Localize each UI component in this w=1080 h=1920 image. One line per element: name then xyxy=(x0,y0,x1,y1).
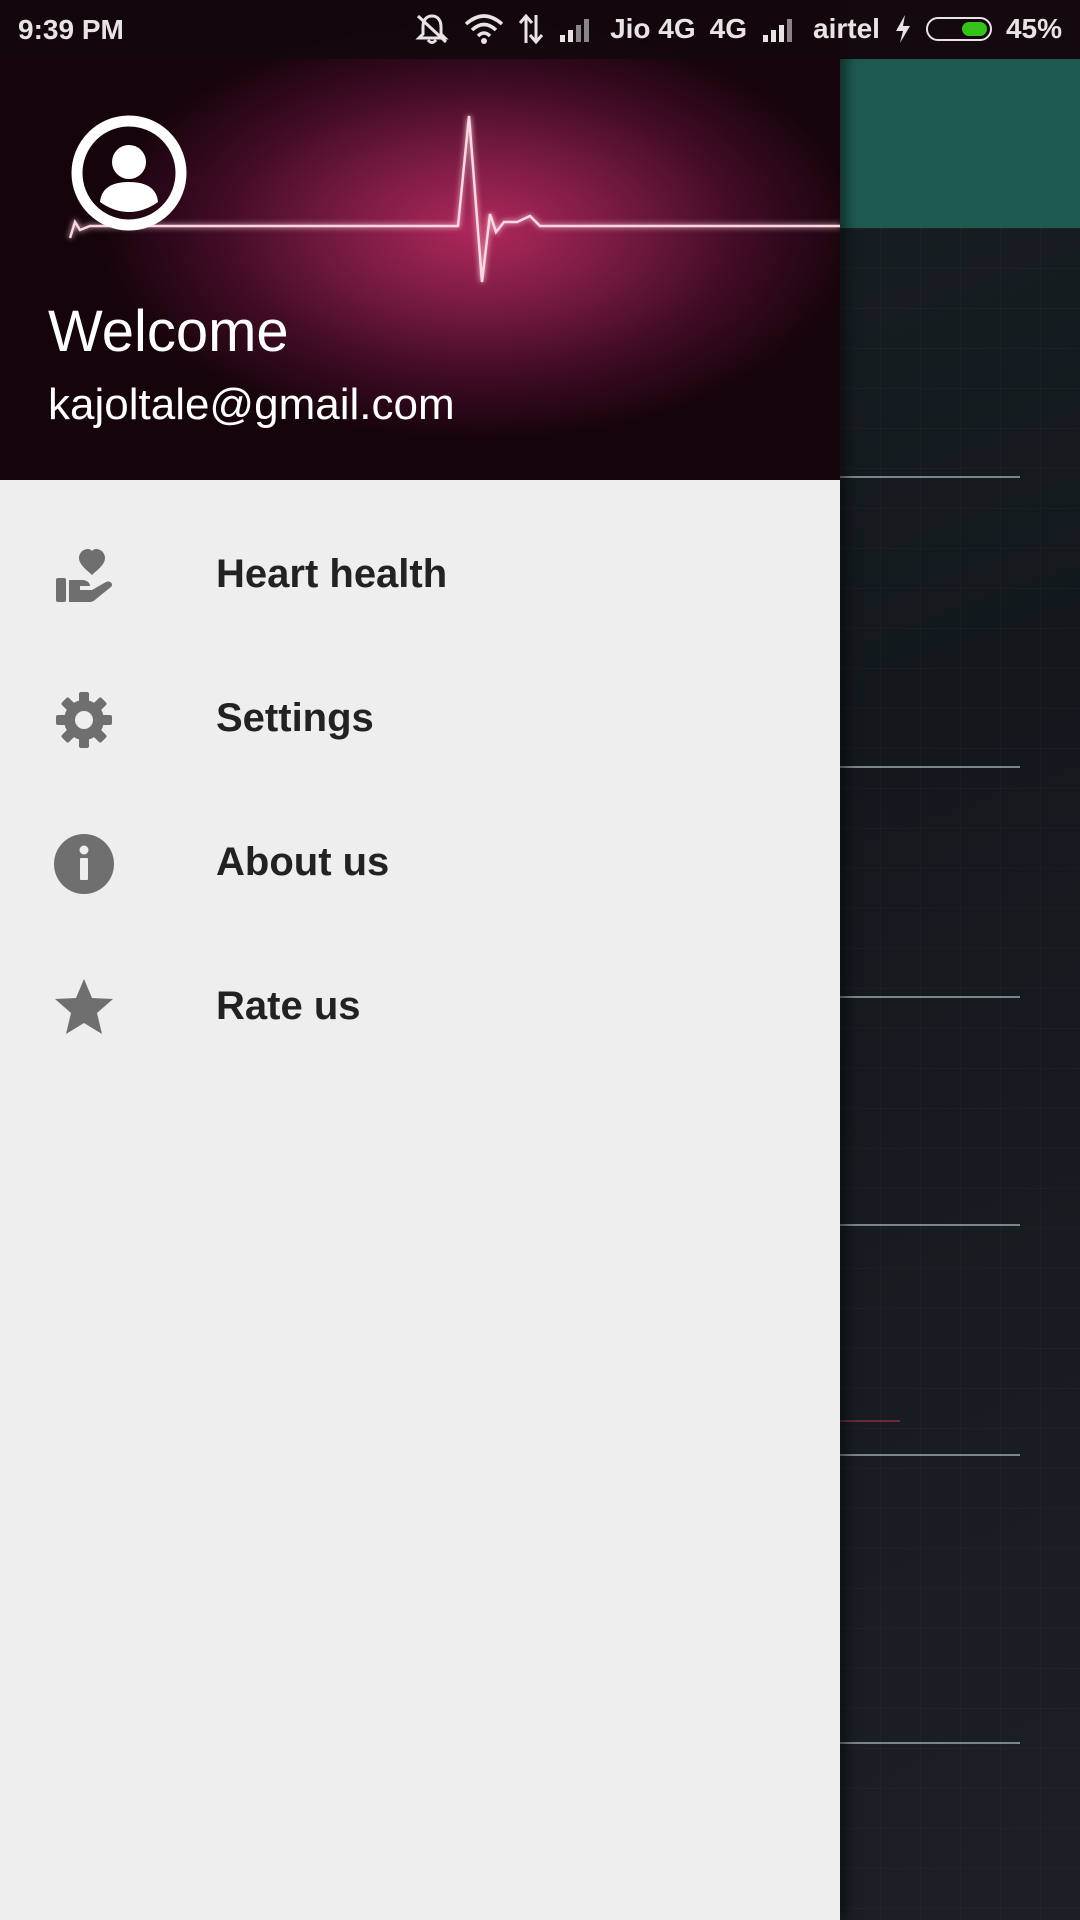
background-divider xyxy=(840,1224,1020,1226)
background-divider xyxy=(840,1742,1020,1744)
status-bar: 9:39 PM Jio 4G 4G airtel 45% xyxy=(0,0,1080,59)
signal-icon xyxy=(761,15,799,43)
background-divider xyxy=(840,996,1020,998)
battery-icon xyxy=(925,17,992,41)
background-divider xyxy=(840,1454,1020,1456)
welcome-title: Welcome xyxy=(48,299,289,364)
background-grid xyxy=(840,228,1080,1920)
menu-item-heart-health[interactable]: Heart health xyxy=(0,502,840,646)
menu-label: About us xyxy=(216,840,390,884)
wifi-icon xyxy=(464,14,504,44)
user-email: kajoltale@gmail.com xyxy=(48,380,455,429)
drawer-header: Welcome kajoltale@gmail.com xyxy=(0,0,840,480)
menu-label: Settings xyxy=(216,696,374,740)
gear-icon xyxy=(56,692,112,748)
heart-hand-icon xyxy=(56,549,113,602)
account-circle-icon[interactable] xyxy=(70,114,188,232)
battery-percent: 45% xyxy=(1005,13,1062,44)
charging-bolt-icon xyxy=(894,14,912,44)
mute-bell-icon xyxy=(414,12,450,46)
menu-item-settings[interactable]: Settings xyxy=(0,646,840,790)
data-arrows-icon xyxy=(518,13,544,45)
menu-label: Heart health xyxy=(216,552,448,596)
star-icon xyxy=(55,979,113,1034)
screen: 9:39 PM Jio 4G 4G airtel 45% Welcome kaj… xyxy=(0,0,1080,1920)
carrier-1-label: Jio 4G xyxy=(610,13,696,44)
network-type-label: 4G xyxy=(709,13,748,44)
battery-level xyxy=(961,22,987,36)
background-red-line xyxy=(840,1420,900,1422)
background-divider xyxy=(840,766,1020,768)
drawer-menu: Heart health Settings About us Rate us xyxy=(0,480,840,1078)
navigation-drawer: Welcome kajoltale@gmail.com Heart health xyxy=(0,0,840,1920)
carrier-2-label: airtel xyxy=(813,13,880,44)
menu-item-rate-us[interactable]: Rate us xyxy=(0,934,840,1078)
background-divider xyxy=(840,476,1020,478)
info-icon xyxy=(54,834,114,894)
signal-icon xyxy=(558,15,596,43)
status-icons: Jio 4G 4G airtel 45% xyxy=(414,12,1062,46)
status-time: 9:39 PM xyxy=(18,14,124,45)
menu-item-about-us[interactable]: About us xyxy=(0,790,840,934)
menu-label: Rate us xyxy=(216,984,361,1028)
